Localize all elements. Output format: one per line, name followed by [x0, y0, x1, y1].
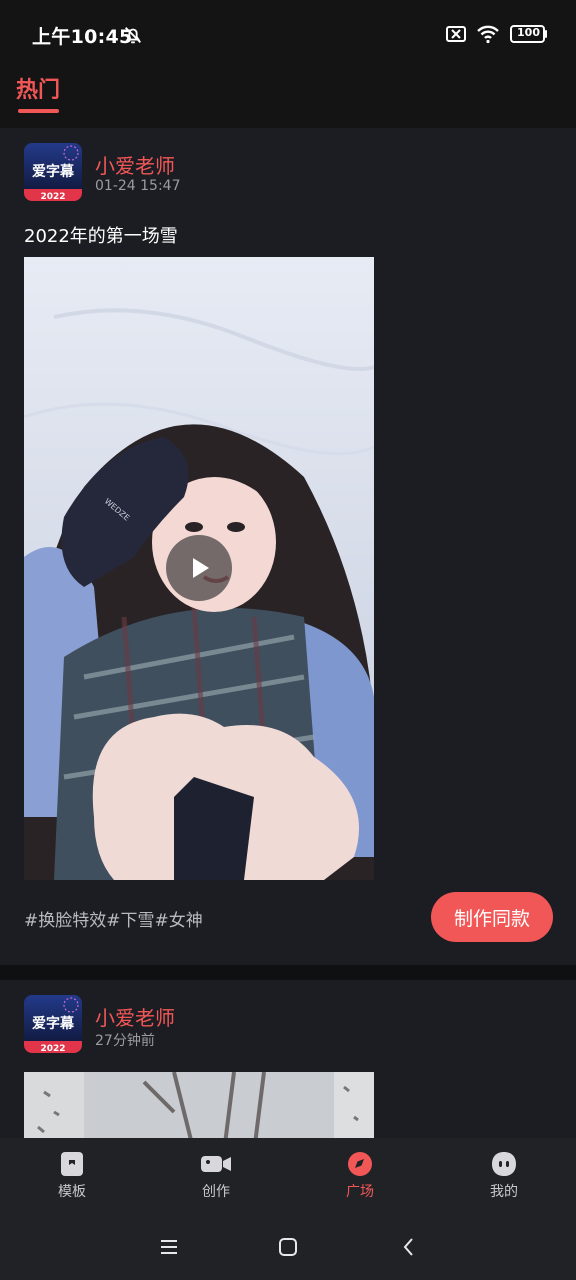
app-logo-icon: 爱字幕 2022 — [24, 995, 82, 1053]
video-frame — [24, 1072, 374, 1138]
home-icon — [279, 1238, 297, 1256]
tab-template[interactable]: 模板 — [0, 1138, 144, 1214]
post-tags[interactable]: #换脸特效#下雪#女神 — [24, 906, 203, 931]
status-icons: 100 — [446, 24, 547, 44]
avatar[interactable]: 爱字幕 2022 — [24, 995, 82, 1053]
wifi-icon — [477, 25, 499, 44]
post-time: 27分钟前 — [95, 1033, 155, 1049]
avatar-title: 爱字幕 — [32, 1015, 75, 1032]
tab-square[interactable]: 广场 — [288, 1138, 432, 1214]
system-nav-bar — [0, 1214, 576, 1280]
bell-off-icon — [125, 27, 141, 44]
post-card: 爱字幕 2022 小爱老师 27分钟前 — [0, 980, 576, 1138]
tab-hot[interactable]: 热门 — [16, 72, 60, 104]
tab-label: 我的 — [490, 1184, 518, 1200]
tab-mine[interactable]: 我的 — [432, 1138, 576, 1214]
avatar-year: 2022 — [40, 1044, 65, 1053]
status-time: 上午10:45 — [32, 26, 133, 48]
tab-label: 广场 — [346, 1184, 374, 1200]
home-button[interactable] — [275, 1234, 301, 1260]
author-name[interactable]: 小爱老师 — [95, 1002, 175, 1031]
camera-icon — [201, 1156, 231, 1172]
avatar-title: 爱字幕 — [32, 163, 75, 180]
back-icon — [403, 1238, 413, 1256]
tab-create[interactable]: 创作 — [144, 1138, 288, 1214]
menu-icon — [161, 1240, 177, 1254]
video-thumbnail[interactable]: WEDZE — [24, 257, 374, 880]
tab-label: 创作 — [202, 1184, 230, 1200]
post-card: 爱字幕 2022 小爱老师 01-24 15:47 2022年的第一场雪 WED… — [0, 128, 576, 965]
avatar[interactable]: 爱字幕 2022 — [24, 143, 82, 201]
post-time: 01-24 15:47 — [95, 178, 181, 194]
top-tabs: 热门 — [0, 60, 576, 128]
avatar-year: 2022 — [40, 192, 65, 201]
sim-off-icon — [446, 26, 466, 42]
play-icon — [193, 558, 209, 578]
post-caption: 2022年的第一场雪 — [24, 226, 178, 247]
battery-level: 100 — [517, 26, 540, 39]
compass-icon — [348, 1152, 372, 1176]
battery-icon: 100 — [510, 25, 547, 43]
back-button[interactable] — [396, 1234, 422, 1260]
make-same-button[interactable]: 制作同款 — [431, 892, 553, 942]
template-icon — [61, 1152, 83, 1176]
video-thumbnail[interactable] — [24, 1072, 374, 1138]
bottom-tab-bar: 模板 创作 广场 我的 — [0, 1138, 576, 1214]
menu-button[interactable] — [156, 1234, 182, 1260]
tab-label: 模板 — [58, 1184, 86, 1200]
tab-indicator — [18, 109, 59, 113]
post-feed[interactable]: 爱字幕 2022 小爱老师 01-24 15:47 2022年的第一场雪 WED… — [0, 128, 576, 1138]
app-logo-icon: 爱字幕 2022 — [24, 143, 82, 201]
profile-icon — [492, 1152, 516, 1176]
play-button[interactable] — [166, 535, 232, 601]
author-name[interactable]: 小爱老师 — [95, 150, 175, 179]
